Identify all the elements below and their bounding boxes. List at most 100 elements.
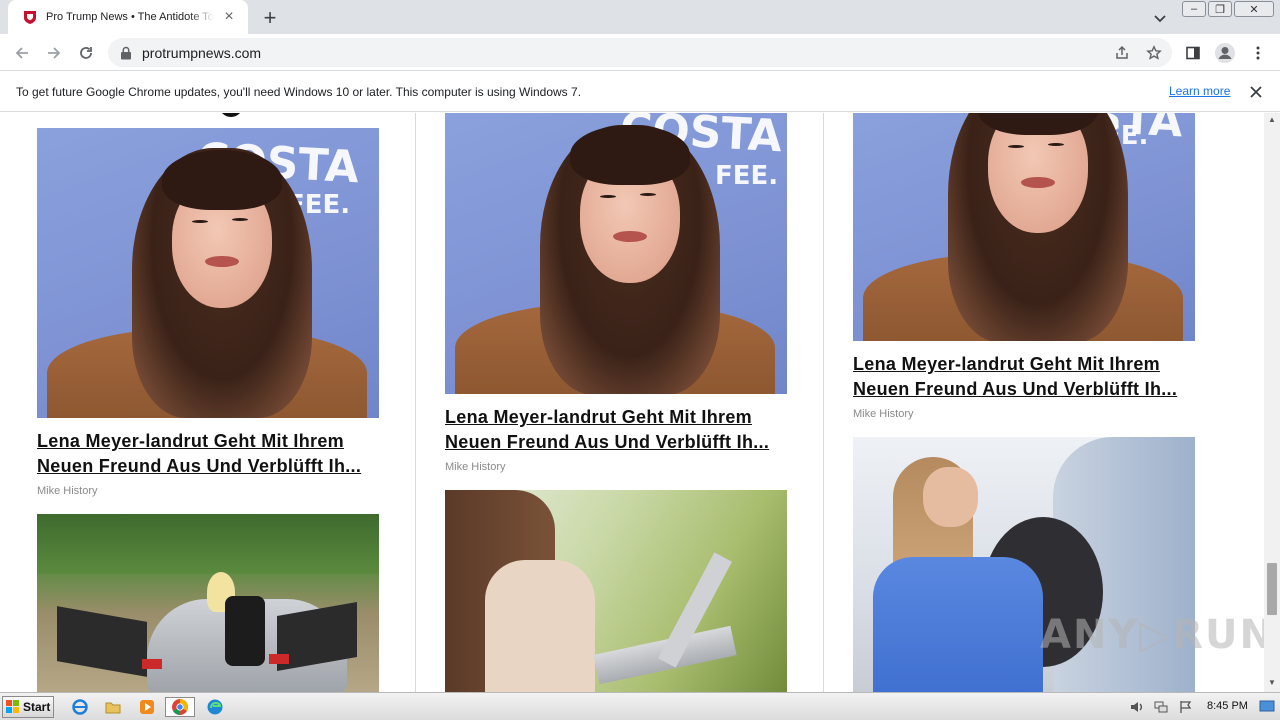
trees — [37, 514, 379, 574]
start-button[interactable]: Start — [2, 696, 54, 718]
taskbar-clock[interactable]: 8:45 PM — [1207, 700, 1248, 712]
article-image[interactable]: OSTA EE. — [853, 113, 1195, 341]
taskbar-internet-explorer[interactable] — [69, 697, 91, 717]
site-favicon-icon — [24, 11, 36, 24]
side-panel-button[interactable] — [1181, 41, 1205, 65]
close-icon[interactable] — [1248, 84, 1264, 100]
black-outfit — [225, 596, 265, 666]
article-image[interactable]: COSTA FEE. — [37, 128, 379, 418]
address-bar[interactable]: protrumpnews.com — [108, 38, 1172, 67]
bookmark-button[interactable] — [1142, 41, 1166, 65]
taskbar-file-explorer[interactable] — [102, 697, 124, 717]
article-author: Mike History — [853, 408, 914, 420]
internet-explorer-icon — [72, 699, 88, 715]
windows-logo-icon — [6, 700, 19, 713]
eye — [600, 195, 616, 198]
lips — [205, 256, 239, 267]
scroll-up-arrow-icon[interactable]: ▲ — [1268, 115, 1276, 124]
scroll-down-arrow-icon[interactable]: ▼ — [1268, 678, 1276, 687]
tab-search-chevron-icon[interactable] — [1151, 9, 1169, 27]
page-scrollbar[interactable]: ▲ ▼ — [1264, 113, 1280, 692]
tray-volume[interactable] — [1126, 697, 1148, 717]
folder-icon — [105, 702, 121, 714]
car-door — [57, 606, 147, 677]
forward-button[interactable] — [42, 41, 66, 65]
kebab-menu-icon — [1256, 46, 1260, 60]
speaker-icon — [1131, 702, 1142, 712]
article-column-2: COSTA FEE. Lena Meyer-landrut Geht Mit I… — [445, 113, 787, 692]
lips — [1021, 177, 1055, 188]
eye — [1048, 143, 1064, 146]
forward-arrow-icon — [48, 47, 61, 59]
bangs — [570, 125, 690, 185]
tab-title: Pro Trump News • The Antidote To M — [46, 11, 214, 23]
chrome-icon — [172, 699, 188, 715]
browser-tab[interactable]: Pro Trump News • The Antidote To M × — [8, 0, 248, 34]
tab-strip: Pro Trump News • The Antidote To M × + –… — [0, 0, 1280, 34]
article-image[interactable] — [445, 490, 787, 692]
start-label: Start — [23, 700, 51, 714]
avatar-icon — [1215, 43, 1235, 63]
side-panel-icon — [1186, 46, 1200, 60]
minimize-button[interactable]: – — [1182, 1, 1206, 17]
article-author: Mike History — [37, 485, 98, 497]
new-tab-button[interactable]: + — [258, 6, 282, 30]
tray-action-center[interactable] — [1175, 697, 1197, 717]
restore-button[interactable]: ❐ — [1208, 1, 1232, 17]
taskbar-media-player[interactable] — [136, 697, 158, 717]
lips — [613, 231, 647, 242]
article-image[interactable]: COSTA FEE. — [445, 113, 787, 394]
taillight — [269, 654, 289, 664]
eye — [192, 220, 208, 223]
reload-button[interactable] — [74, 41, 98, 65]
taskbar-chrome[interactable] — [165, 697, 195, 717]
back-button[interactable] — [10, 41, 34, 65]
tab-close-icon[interactable]: × — [220, 8, 238, 26]
learn-more-link[interactable]: Learn more — [1169, 84, 1230, 98]
reload-icon — [80, 47, 92, 59]
eye — [232, 218, 248, 221]
update-infobar: To get future Google Chrome updates, you… — [0, 72, 1280, 112]
infobar-message: To get future Google Chrome updates, you… — [16, 84, 582, 99]
eye — [640, 193, 656, 196]
taskbar-edge[interactable] — [204, 697, 226, 717]
face — [923, 467, 978, 527]
window-controls: – ❐ ✕ — [1182, 1, 1274, 17]
column-divider — [415, 113, 416, 692]
flag-icon — [1180, 701, 1192, 713]
show-desktop-button[interactable] — [1256, 697, 1278, 717]
article-headline[interactable]: Lena Meyer-landrut Geht Mit Ihrem Neuen … — [445, 405, 787, 455]
bangs — [162, 150, 282, 210]
article-image[interactable] — [37, 514, 379, 692]
watermark-text: ANY▷RUN — [1040, 612, 1264, 658]
browser-toolbar: protrumpnews.com — [0, 34, 1280, 71]
article-headline[interactable]: Lena Meyer-landrut Geht Mit Ihrem Neuen … — [37, 429, 379, 479]
profile-button[interactable] — [1213, 41, 1237, 65]
page-content: COSTA FEE. Lena Meyer-landrut Geht Mit I… — [0, 113, 1264, 692]
lock-icon[interactable] — [120, 46, 132, 60]
desktop-icon — [1259, 700, 1275, 712]
close-window-button[interactable]: ✕ — [1234, 1, 1274, 17]
article-column-3: OSTA EE. Lena Meyer-landrut Geht Mit Ihr… — [853, 113, 1195, 692]
edge-icon — [207, 699, 223, 715]
article-headline[interactable]: Lena Meyer-landrut Geht Mit Ihrem Neuen … — [853, 352, 1195, 402]
article-author: Mike History — [445, 461, 506, 473]
back-arrow-icon — [15, 47, 28, 59]
blue-dress — [873, 557, 1043, 692]
media-player-icon — [140, 700, 154, 714]
share-button[interactable] — [1110, 41, 1134, 65]
menu-button[interactable] — [1246, 41, 1270, 65]
taillight — [142, 659, 162, 669]
backdrop-sign-text: FEE. — [715, 161, 779, 191]
woman-torso — [485, 560, 595, 692]
share-icon — [1116, 45, 1128, 59]
article-column-1: COSTA FEE. Lena Meyer-landrut Geht Mit I… — [37, 113, 379, 692]
eye — [1008, 145, 1024, 148]
tray-network[interactable] — [1150, 697, 1172, 717]
network-icon — [1154, 701, 1168, 713]
star-icon — [1146, 45, 1162, 60]
windows-taskbar: Start 8:45 PM — [0, 692, 1280, 720]
scrollbar-thumb[interactable] — [1267, 563, 1277, 615]
column-divider — [823, 113, 824, 692]
url-text[interactable]: protrumpnews.com — [142, 45, 261, 61]
